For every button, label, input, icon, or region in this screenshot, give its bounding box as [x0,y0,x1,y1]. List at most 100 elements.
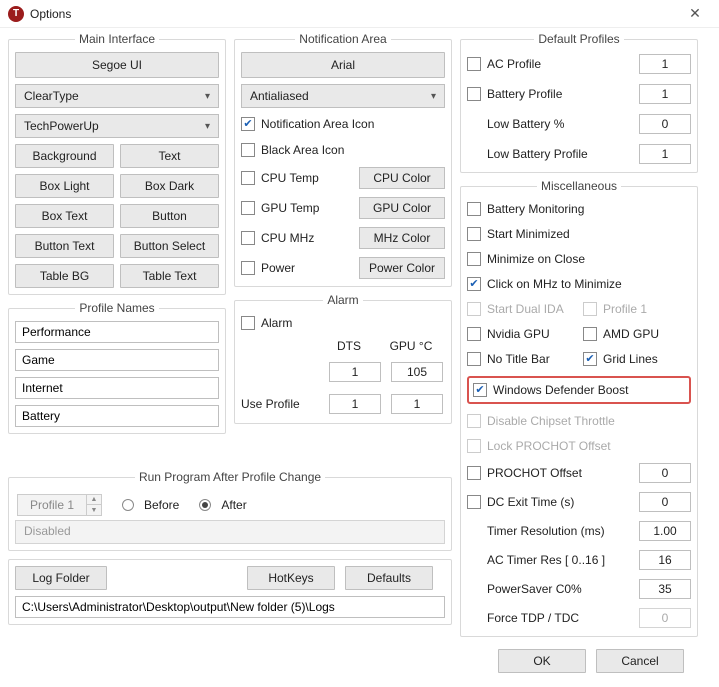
low-battery-pct-label: Low Battery % [487,117,633,131]
profile-1-input[interactable] [15,321,219,343]
log-path-input[interactable] [15,596,445,618]
alarm-legend: Alarm [323,293,362,307]
theme-select[interactable]: TechPowerUp ▾ [15,114,219,138]
aa-select-value: Antialiased [250,89,309,103]
battery-profile-label: Battery Profile [487,87,633,101]
chipset-checkbox [467,414,481,428]
notification-legend: Notification Area [295,32,390,46]
text-button[interactable]: Text [120,144,219,168]
aa-select[interactable]: Antialiased ▾ [241,84,445,108]
timer-res-value[interactable]: 1.00 [639,521,691,541]
low-battery-profile-value[interactable]: 1 [639,144,691,164]
before-radio[interactable]: Before [122,495,179,515]
profile-2-input[interactable] [15,349,219,371]
notif-icon-checkbox[interactable]: ✔ [241,117,255,131]
battery-profile-value[interactable]: 1 [639,84,691,104]
chevron-down-icon: ▾ [205,91,210,102]
log-folder-button[interactable]: Log Folder [15,566,107,590]
black-icon-checkbox[interactable] [241,143,255,157]
amd-checkbox[interactable] [583,327,597,341]
chevron-down-icon: ▾ [205,121,210,132]
battery-profile-checkbox[interactable] [467,87,481,101]
button-text-button[interactable]: Button Text [15,234,114,258]
cpu-mhz-label: CPU MHz [261,231,353,245]
box-dark-button[interactable]: Box Dark [120,174,219,198]
gpu-header: GPU °C [385,339,437,353]
force-tdp-value: 0 [639,608,691,628]
font-button[interactable]: Segoe UI [15,52,219,78]
cpu-color-button[interactable]: CPU Color [359,167,445,189]
dc-exit-checkbox[interactable] [467,495,481,509]
background-button[interactable]: Background [15,144,114,168]
gpu-color-button[interactable]: GPU Color [359,197,445,219]
ok-button[interactable]: OK [498,649,586,673]
amd-label: AMD GPU [603,327,659,341]
chipset-label: Disable Chipset Throttle [487,414,615,428]
ac-profile-checkbox[interactable] [467,57,481,71]
battery-mon-checkbox[interactable] [467,202,481,216]
dts-header: DTS [323,339,375,353]
ac-profile-value[interactable]: 1 [639,54,691,74]
min-close-checkbox[interactable] [467,252,481,266]
prochot-off-value[interactable]: 0 [639,463,691,483]
profile-spin[interactable]: Profile 1 ▲▼ [17,494,102,516]
profile1-checkbox [583,302,597,316]
notification-group: Notification Area Arial Antialiased ▾ ✔ N… [234,32,452,287]
cancel-button[interactable]: Cancel [596,649,684,673]
after-radio[interactable]: After [199,495,246,515]
defaults-button[interactable]: Defaults [345,566,433,590]
grid-checkbox[interactable]: ✔ [583,352,597,366]
no-title-label: No Title Bar [487,352,550,366]
click-mhz-checkbox[interactable]: ✔ [467,277,481,291]
close-icon[interactable]: ✕ [679,5,711,22]
nvidia-label: Nvidia GPU [487,327,550,341]
render-select[interactable]: ClearType ▾ [15,84,219,108]
table-text-button[interactable]: Table Text [120,264,219,288]
spin-up-icon[interactable]: ▲ [87,495,101,505]
run-program-field: Disabled [15,520,445,544]
psaver-label: PowerSaver C0% [487,582,633,596]
low-battery-pct-value[interactable]: 0 [639,114,691,134]
gpu-temp-label: GPU Temp [261,201,353,215]
misc-legend: Miscellaneous [537,179,621,193]
cpu-temp-checkbox[interactable] [241,171,255,185]
alarm-checkbox[interactable] [241,316,255,330]
notif-icon-label: Notification Area Icon [261,117,374,131]
gpu-temp-checkbox[interactable] [241,201,255,215]
ac-timer-label: AC Timer Res [ 0..16 ] [487,553,633,567]
no-title-checkbox[interactable] [467,352,481,366]
prochot-off-label: PROCHOT Offset [487,466,633,480]
ac-timer-value[interactable]: 16 [639,550,691,570]
power-color-button[interactable]: Power Color [359,257,445,279]
cpu-mhz-checkbox[interactable] [241,231,255,245]
spin-down-icon[interactable]: ▼ [87,505,101,515]
profile-4-input[interactable] [15,405,219,427]
button-button[interactable]: Button [120,204,219,228]
notif-font-button[interactable]: Arial [241,52,445,78]
prochot-off-checkbox[interactable] [467,466,481,480]
psaver-value[interactable]: 35 [639,579,691,599]
timer-res-label: Timer Resolution (ms) [487,524,633,538]
table-bg-button[interactable]: Table BG [15,264,114,288]
prochot-lock-label: Lock PROCHOT Offset [487,439,611,453]
box-text-button[interactable]: Box Text [15,204,114,228]
power-checkbox[interactable] [241,261,255,275]
gpu-value-1[interactable]: 105 [391,362,443,382]
start-min-checkbox[interactable] [467,227,481,241]
button-select-button[interactable]: Button Select [120,234,219,258]
profile-3-input[interactable] [15,377,219,399]
theme-select-value: TechPowerUp [24,119,99,133]
defender-checkbox[interactable]: ✔ [473,383,487,397]
hotkeys-button[interactable]: HotKeys [247,566,335,590]
dts-value-1[interactable]: 1 [329,362,381,382]
box-light-button[interactable]: Box Light [15,174,114,198]
dc-exit-value[interactable]: 0 [639,492,691,512]
mhz-color-button[interactable]: MHz Color [359,227,445,249]
nvidia-checkbox[interactable] [467,327,481,341]
low-battery-profile-label: Low Battery Profile [487,147,633,161]
force-tdp-label: Force TDP / TDC [487,611,633,625]
gpu-value-2[interactable]: 1 [391,394,443,414]
alarm-label: Alarm [261,316,292,330]
black-icon-label: Black Area Icon [261,143,344,157]
dts-value-2[interactable]: 1 [329,394,381,414]
